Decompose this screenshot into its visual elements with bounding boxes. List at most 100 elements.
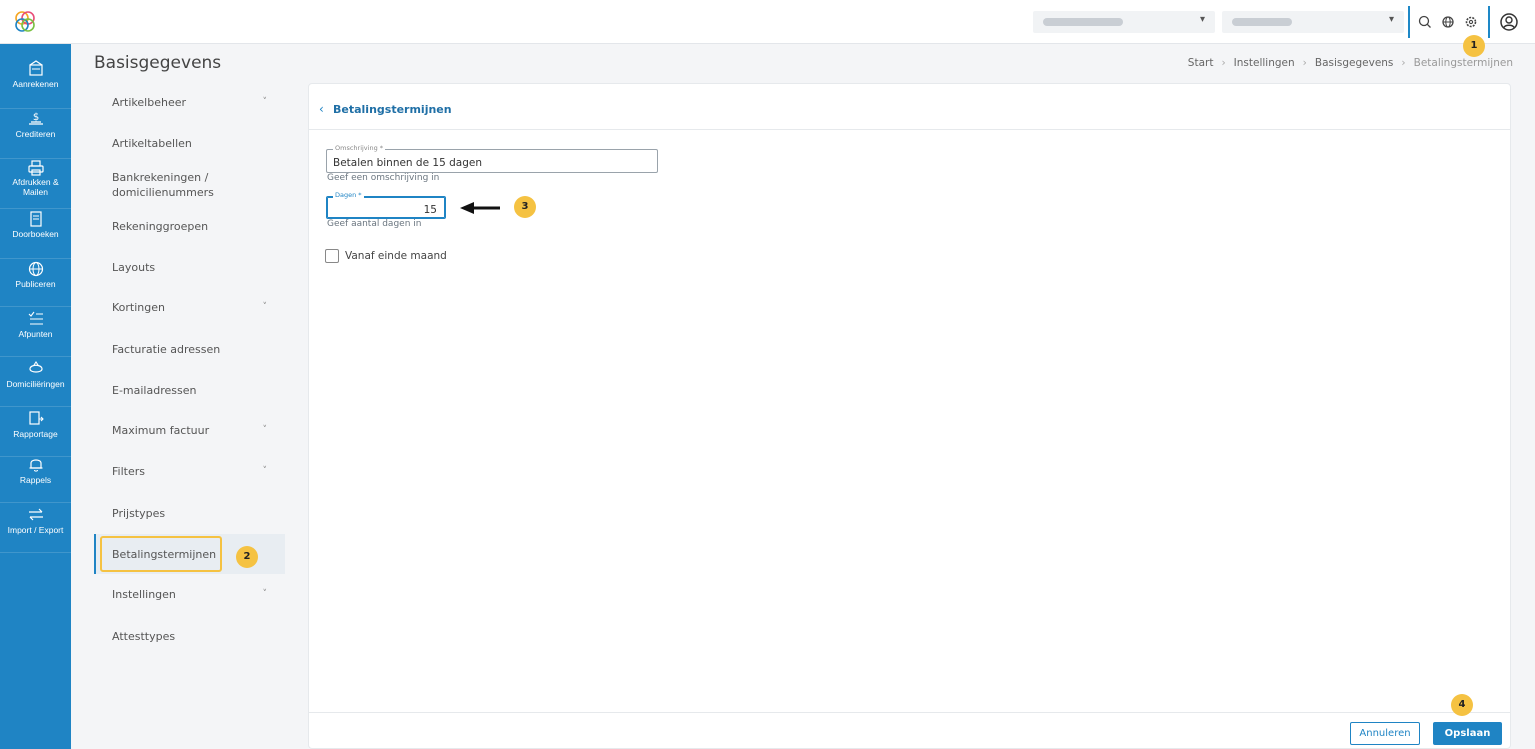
- submenu-label: Artikeltabellen: [112, 137, 192, 150]
- annotation-badge: 2: [236, 546, 258, 568]
- submenu-item-facturatie-adressen[interactable]: Facturatie adressen: [94, 342, 285, 357]
- nav-item-import-export[interactable]: Import / Export: [0, 503, 71, 553]
- annotation-badge: 4: [1451, 694, 1473, 716]
- chevron-down-icon: ▾: [1388, 14, 1394, 25]
- submenu-item-filters[interactable]: Filters ˅: [94, 464, 285, 479]
- cancel-button[interactable]: Annuleren: [1350, 722, 1420, 745]
- submenu-label: Bankrekeningen / domicilienummers: [112, 171, 214, 199]
- submenu-item-layouts[interactable]: Layouts: [94, 260, 285, 275]
- nav-item-afpunten[interactable]: Afpunten: [0, 307, 71, 357]
- submenu-label: Attesttypes: [112, 630, 176, 643]
- submenu-item-rekeninggroepen[interactable]: Rekeninggroepen: [94, 219, 285, 234]
- breadcrumb-item[interactable]: Basisgegevens: [1315, 57, 1394, 69]
- chevron-right-icon: ›: [1302, 57, 1307, 69]
- credit-icon: $: [28, 112, 43, 125]
- nav-item-rapportage[interactable]: Rapportage: [0, 407, 71, 457]
- card-header: ‹ Betalingstermijnen: [309, 84, 1510, 130]
- chevron-right-icon: ›: [1401, 57, 1406, 69]
- toolbar-divider: [1488, 6, 1490, 38]
- save-button[interactable]: Opslaan: [1433, 722, 1502, 745]
- bell-icon: [29, 459, 42, 472]
- svg-text:$: $: [32, 112, 38, 123]
- nav-item-afdrukken-mailen[interactable]: Afdrukken & Mailen: [0, 159, 71, 209]
- submenu-item-artikeltabellen[interactable]: Artikeltabellen: [94, 136, 285, 151]
- user-avatar-icon[interactable]: [1498, 11, 1520, 33]
- vanaf-einde-maand-checkbox[interactable]: [325, 249, 339, 263]
- organisation-select[interactable]: ▾: [1033, 11, 1215, 33]
- nav-label: Rapportage: [13, 429, 58, 439]
- submenu-item-artikelbeheer[interactable]: Artikelbeheer ˅: [94, 95, 285, 110]
- submenu-item-instellingen[interactable]: Instellingen ˅: [94, 587, 285, 602]
- page-title: Basisgegevens: [94, 53, 222, 73]
- piggy-bank-icon: [28, 361, 43, 373]
- nav-item-aanrekenen[interactable]: Aanrekenen: [0, 59, 71, 109]
- left-nav: Aanrekenen $ Crediteren Afdrukken & Mail…: [0, 44, 71, 749]
- chevron-right-icon: ›: [1221, 57, 1226, 69]
- chevron-down-icon: ˅: [262, 97, 268, 107]
- card-footer: Annuleren Opslaan: [309, 712, 1510, 748]
- nav-label: Import / Export: [7, 525, 64, 535]
- nav-label: Doorboeken: [12, 229, 59, 239]
- nav-item-domicilieringen[interactable]: Domiciliëringen: [0, 357, 71, 407]
- submenu-label: Facturatie adressen: [112, 343, 221, 356]
- checkbox-label: Vanaf einde maand: [345, 250, 447, 262]
- chevron-down-icon: ˅: [262, 425, 268, 435]
- submenu-item-kortingen[interactable]: Kortingen ˅: [94, 300, 285, 315]
- book-icon: [29, 211, 42, 227]
- gear-icon[interactable]: [1462, 13, 1480, 31]
- field-hint: Geef een omschrijving in: [327, 173, 440, 183]
- arrow-left-icon: [460, 202, 500, 214]
- chevron-down-icon: ˅: [262, 302, 268, 312]
- globe-icon[interactable]: [1439, 13, 1457, 31]
- submenu-item-bankrekeningen[interactable]: Bankrekeningen / domicilienummers: [94, 170, 244, 200]
- app-logo-icon[interactable]: [12, 9, 38, 35]
- report-icon: [28, 411, 44, 425]
- form-card: ‹ Betalingstermijnen Omschrijving * Geef…: [308, 83, 1511, 749]
- chevron-left-icon[interactable]: ‹: [319, 102, 324, 116]
- nav-label: Aanrekenen: [12, 79, 59, 89]
- nav-label: Rappels: [19, 475, 52, 485]
- submenu-item-attesttypes[interactable]: Attesttypes: [94, 629, 285, 644]
- toolbar-divider: [1408, 6, 1410, 38]
- breadcrumb-item[interactable]: Instellingen: [1234, 57, 1295, 69]
- highlight-box: [100, 536, 222, 572]
- submenu-label: Rekeninggroepen: [112, 220, 209, 233]
- breadcrumb: Start › Instellingen › Basisgegevens › B…: [1188, 57, 1513, 69]
- field-legend: Dagen *: [333, 191, 364, 199]
- dagen-field[interactable]: Dagen *: [326, 191, 446, 219]
- nav-label: Crediteren: [15, 129, 56, 139]
- annotation-badge: 3: [514, 196, 536, 218]
- submenu-item-prijstypes[interactable]: Prijstypes: [94, 506, 285, 521]
- field-legend: Omschrijving *: [333, 144, 386, 152]
- nav-item-publiceren[interactable]: Publiceren: [0, 257, 71, 307]
- field-hint: Geef aantal dagen in: [327, 219, 422, 229]
- account-select[interactable]: ▾: [1222, 11, 1404, 33]
- checklist-icon: [28, 311, 43, 325]
- breadcrumb-item[interactable]: Start: [1188, 57, 1214, 69]
- submenu-item-e-mailadressen[interactable]: E-mailadressen: [94, 383, 285, 398]
- submenu-label: Prijstypes: [112, 507, 166, 520]
- top-bar: ▾ ▾: [0, 0, 1535, 44]
- omschrijving-field[interactable]: Omschrijving *: [326, 144, 658, 173]
- globe-icon: [28, 261, 43, 277]
- omschrijving-input[interactable]: [327, 150, 657, 172]
- chevron-down-icon: ˅: [262, 466, 268, 476]
- nav-label: Afdrukken & Mailen: [12, 177, 59, 197]
- invoice-icon: [28, 60, 43, 76]
- chevron-down-icon: ▾: [1199, 14, 1205, 25]
- submenu-label: Layouts: [112, 261, 156, 274]
- submenu-label: E-mailadressen: [112, 384, 197, 397]
- nav-item-doorboeken[interactable]: Doorboeken: [0, 209, 71, 259]
- nav-item-rappels[interactable]: Rappels: [0, 453, 71, 503]
- submenu-label: Kortingen: [112, 301, 165, 314]
- transfer-icon: [28, 508, 43, 521]
- dagen-input[interactable]: [327, 197, 445, 218]
- submenu-label: Filters: [112, 465, 145, 478]
- nav-label: Publiceren: [15, 279, 56, 289]
- nav-item-crediteren[interactable]: $ Crediteren: [0, 109, 71, 159]
- submenu-item-maximum-factuur[interactable]: Maximum factuur ˅: [94, 423, 285, 438]
- submenu-label: Maximum factuur: [112, 424, 210, 437]
- search-icon[interactable]: [1416, 13, 1434, 31]
- nav-label: Afpunten: [18, 329, 53, 339]
- breadcrumb-item-current: Betalingstermijnen: [1413, 57, 1513, 69]
